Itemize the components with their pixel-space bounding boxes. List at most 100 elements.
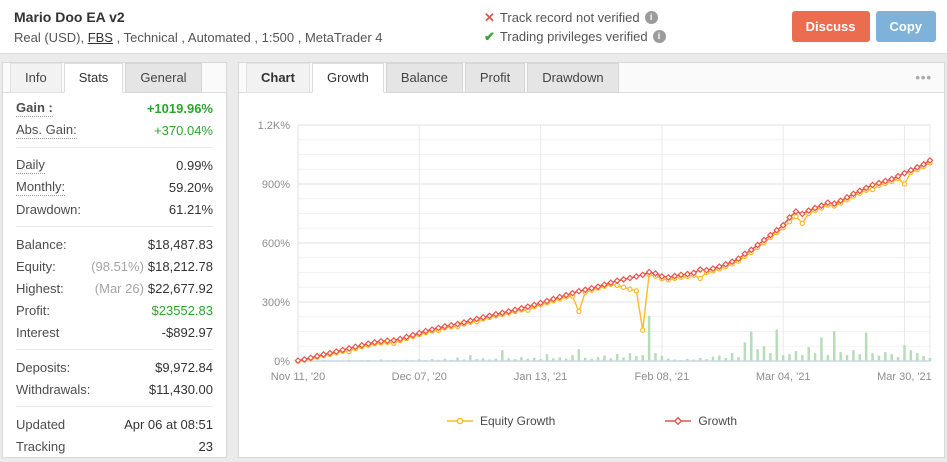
svg-text:Nov 11, '20: Nov 11, '20 xyxy=(271,371,325,383)
svg-text:900%: 900% xyxy=(262,179,290,191)
divider xyxy=(16,406,213,407)
svg-text:0%: 0% xyxy=(274,356,290,368)
profit-label: Profit: xyxy=(16,303,50,318)
drawdown-label: Drawdown: xyxy=(16,202,81,217)
stat-row-drawdown: Drawdown: 61.21% xyxy=(3,198,226,220)
equity-amount: $18,212.78 xyxy=(148,259,213,274)
svg-text:1.2K%: 1.2K% xyxy=(258,120,291,132)
stat-row-abs-gain: Abs. Gain: +370.04% xyxy=(3,119,226,141)
account-header: Mario Doo EA v2 Real (USD), FBS , Techni… xyxy=(0,0,947,54)
tab-balance[interactable]: Balance xyxy=(386,63,463,93)
tab-growth[interactable]: Growth xyxy=(312,63,384,93)
subtitle-suffix: , Technical , Automated , 1:500 , MetaTr… xyxy=(113,30,383,45)
updated-label: Updated xyxy=(16,417,65,432)
stats-body: Gain : +1019.96% Abs. Gain: +370.04% Dai… xyxy=(3,93,226,457)
trading-privileges-status: ✔ Trading privileges verified i xyxy=(484,27,666,46)
deposits-value: $9,972.84 xyxy=(155,360,213,375)
daily-value: 0.99% xyxy=(176,158,213,173)
chart-panel: Chart Growth Balance Profit Drawdown •••… xyxy=(238,62,945,458)
stat-row-daily: Daily 0.99% xyxy=(3,154,226,176)
chart-legend: Equity Growth Growth xyxy=(242,414,942,428)
track-record-status: ✕ Track record not verified i xyxy=(484,8,666,27)
gain-value: +1019.96% xyxy=(147,101,213,116)
chart-area: 0% 300% 600% 900% 1.2K% Nov 11, '20 Dec 07, '2… xyxy=(239,93,944,428)
stat-row-monthly: Monthly: 59.20% xyxy=(3,176,226,198)
subtitle-prefix: Real (USD), xyxy=(14,30,88,45)
daily-label[interactable]: Daily xyxy=(16,157,45,174)
legend-label-equity-growth: Equity Growth xyxy=(480,414,555,428)
broker-link[interactable]: FBS xyxy=(88,30,113,45)
monthly-label[interactable]: Monthly: xyxy=(16,179,65,196)
growth-marker-icon xyxy=(665,416,691,426)
stat-row-deposits: Deposits: $9,972.84 xyxy=(3,356,226,378)
deposits-label: Deposits: xyxy=(16,360,70,375)
tab-info[interactable]: Info xyxy=(10,63,62,93)
growth-chart-svg: 0% 300% 600% 900% 1.2K% Nov 11, '20 Dec 07, '2… xyxy=(242,103,942,403)
tab-general[interactable]: General xyxy=(125,63,201,93)
abs-gain-value: +370.04% xyxy=(154,123,213,138)
svg-text:Mar 04, '21: Mar 04, '21 xyxy=(756,371,811,383)
svg-text:Mar 30, '21: Mar 30, '21 xyxy=(877,371,932,383)
legend-label-growth: Growth xyxy=(698,414,737,428)
tab-chart[interactable]: Chart xyxy=(246,63,310,93)
svg-text:600%: 600% xyxy=(262,238,290,250)
svg-text:Feb 08, '21: Feb 08, '21 xyxy=(635,371,690,383)
tracking-label: Tracking xyxy=(16,439,65,454)
monthly-value: 59.20% xyxy=(169,180,213,195)
info-icon[interactable]: i xyxy=(645,11,658,24)
tab-profit[interactable]: Profit xyxy=(465,63,525,93)
divider xyxy=(16,147,213,148)
stat-row-updated: Updated Apr 06 at 08:51 xyxy=(3,413,226,435)
withdrawals-value: $11,430.00 xyxy=(149,382,213,397)
gain-label[interactable]: Gain : xyxy=(16,100,53,117)
highest-amount: $22,677.92 xyxy=(148,281,213,296)
abs-gain-label[interactable]: Abs. Gain: xyxy=(16,122,77,139)
stat-row-tracking: Tracking 23 xyxy=(3,435,226,457)
stat-row-equity: Equity: (98.51%) $18,212.78 xyxy=(3,255,226,277)
equity-percent: (98.51%) xyxy=(91,259,144,274)
stat-row-gain: Gain : +1019.96% xyxy=(3,97,226,119)
header-buttons: Discuss Copy xyxy=(792,11,936,42)
stat-row-highest: Highest: (Mar 26) $22,677.92 xyxy=(3,277,226,299)
drawdown-value: 61.21% xyxy=(169,202,213,217)
chart-menu-icon[interactable]: ••• xyxy=(903,70,944,85)
verification-block: ✕ Track record not verified i ✔ Trading … xyxy=(484,8,666,46)
svg-text:300%: 300% xyxy=(262,297,290,309)
cross-icon: ✕ xyxy=(484,8,495,27)
tab-stats[interactable]: Stats xyxy=(64,63,124,93)
check-icon: ✔ xyxy=(484,27,495,46)
highest-date: (Mar 26) xyxy=(95,281,144,296)
main-content: Info Stats General Gain : +1019.96% Abs.… xyxy=(0,54,947,458)
stat-row-profit: Profit: $23552.83 xyxy=(3,299,226,321)
balance-value: $18,487.83 xyxy=(148,237,213,252)
profit-value: $23552.83 xyxy=(152,303,213,318)
legend-item-growth[interactable]: Growth xyxy=(665,414,737,428)
updated-value: Apr 06 at 08:51 xyxy=(124,417,213,432)
tracking-value: 23 xyxy=(199,439,213,454)
trading-privileges-text: Trading privileges verified xyxy=(500,27,648,46)
balance-label: Balance: xyxy=(16,237,67,252)
stats-panel: Info Stats General Gain : +1019.96% Abs.… xyxy=(2,62,227,458)
divider xyxy=(16,349,213,350)
info-icon[interactable]: i xyxy=(653,30,666,43)
interest-label: Interest xyxy=(16,325,59,340)
svg-text:Jan 13, '21: Jan 13, '21 xyxy=(514,371,567,383)
equity-value: (98.51%) $18,212.78 xyxy=(91,259,213,274)
equity-growth-marker-icon xyxy=(447,416,473,426)
svg-text:Dec 07, '20: Dec 07, '20 xyxy=(392,371,447,383)
chart-tabbar: Chart Growth Balance Profit Drawdown ••• xyxy=(239,63,944,93)
equity-label: Equity: xyxy=(16,259,56,274)
tab-drawdown[interactable]: Drawdown xyxy=(527,63,618,93)
highest-label: Highest: xyxy=(16,281,64,296)
discuss-button[interactable]: Discuss xyxy=(792,11,870,42)
legend-item-equity-growth[interactable]: Equity Growth xyxy=(447,414,555,428)
divider xyxy=(16,226,213,227)
stat-row-interest: Interest -$892.97 xyxy=(3,321,226,343)
stats-tabbar: Info Stats General xyxy=(3,63,226,93)
copy-button[interactable]: Copy xyxy=(876,11,937,42)
highest-value: (Mar 26) $22,677.92 xyxy=(95,281,213,296)
stat-row-withdrawals: Withdrawals: $11,430.00 xyxy=(3,378,226,400)
track-record-text: Track record not verified xyxy=(500,8,640,27)
withdrawals-label: Withdrawals: xyxy=(16,382,90,397)
interest-value: -$892.97 xyxy=(162,325,213,340)
